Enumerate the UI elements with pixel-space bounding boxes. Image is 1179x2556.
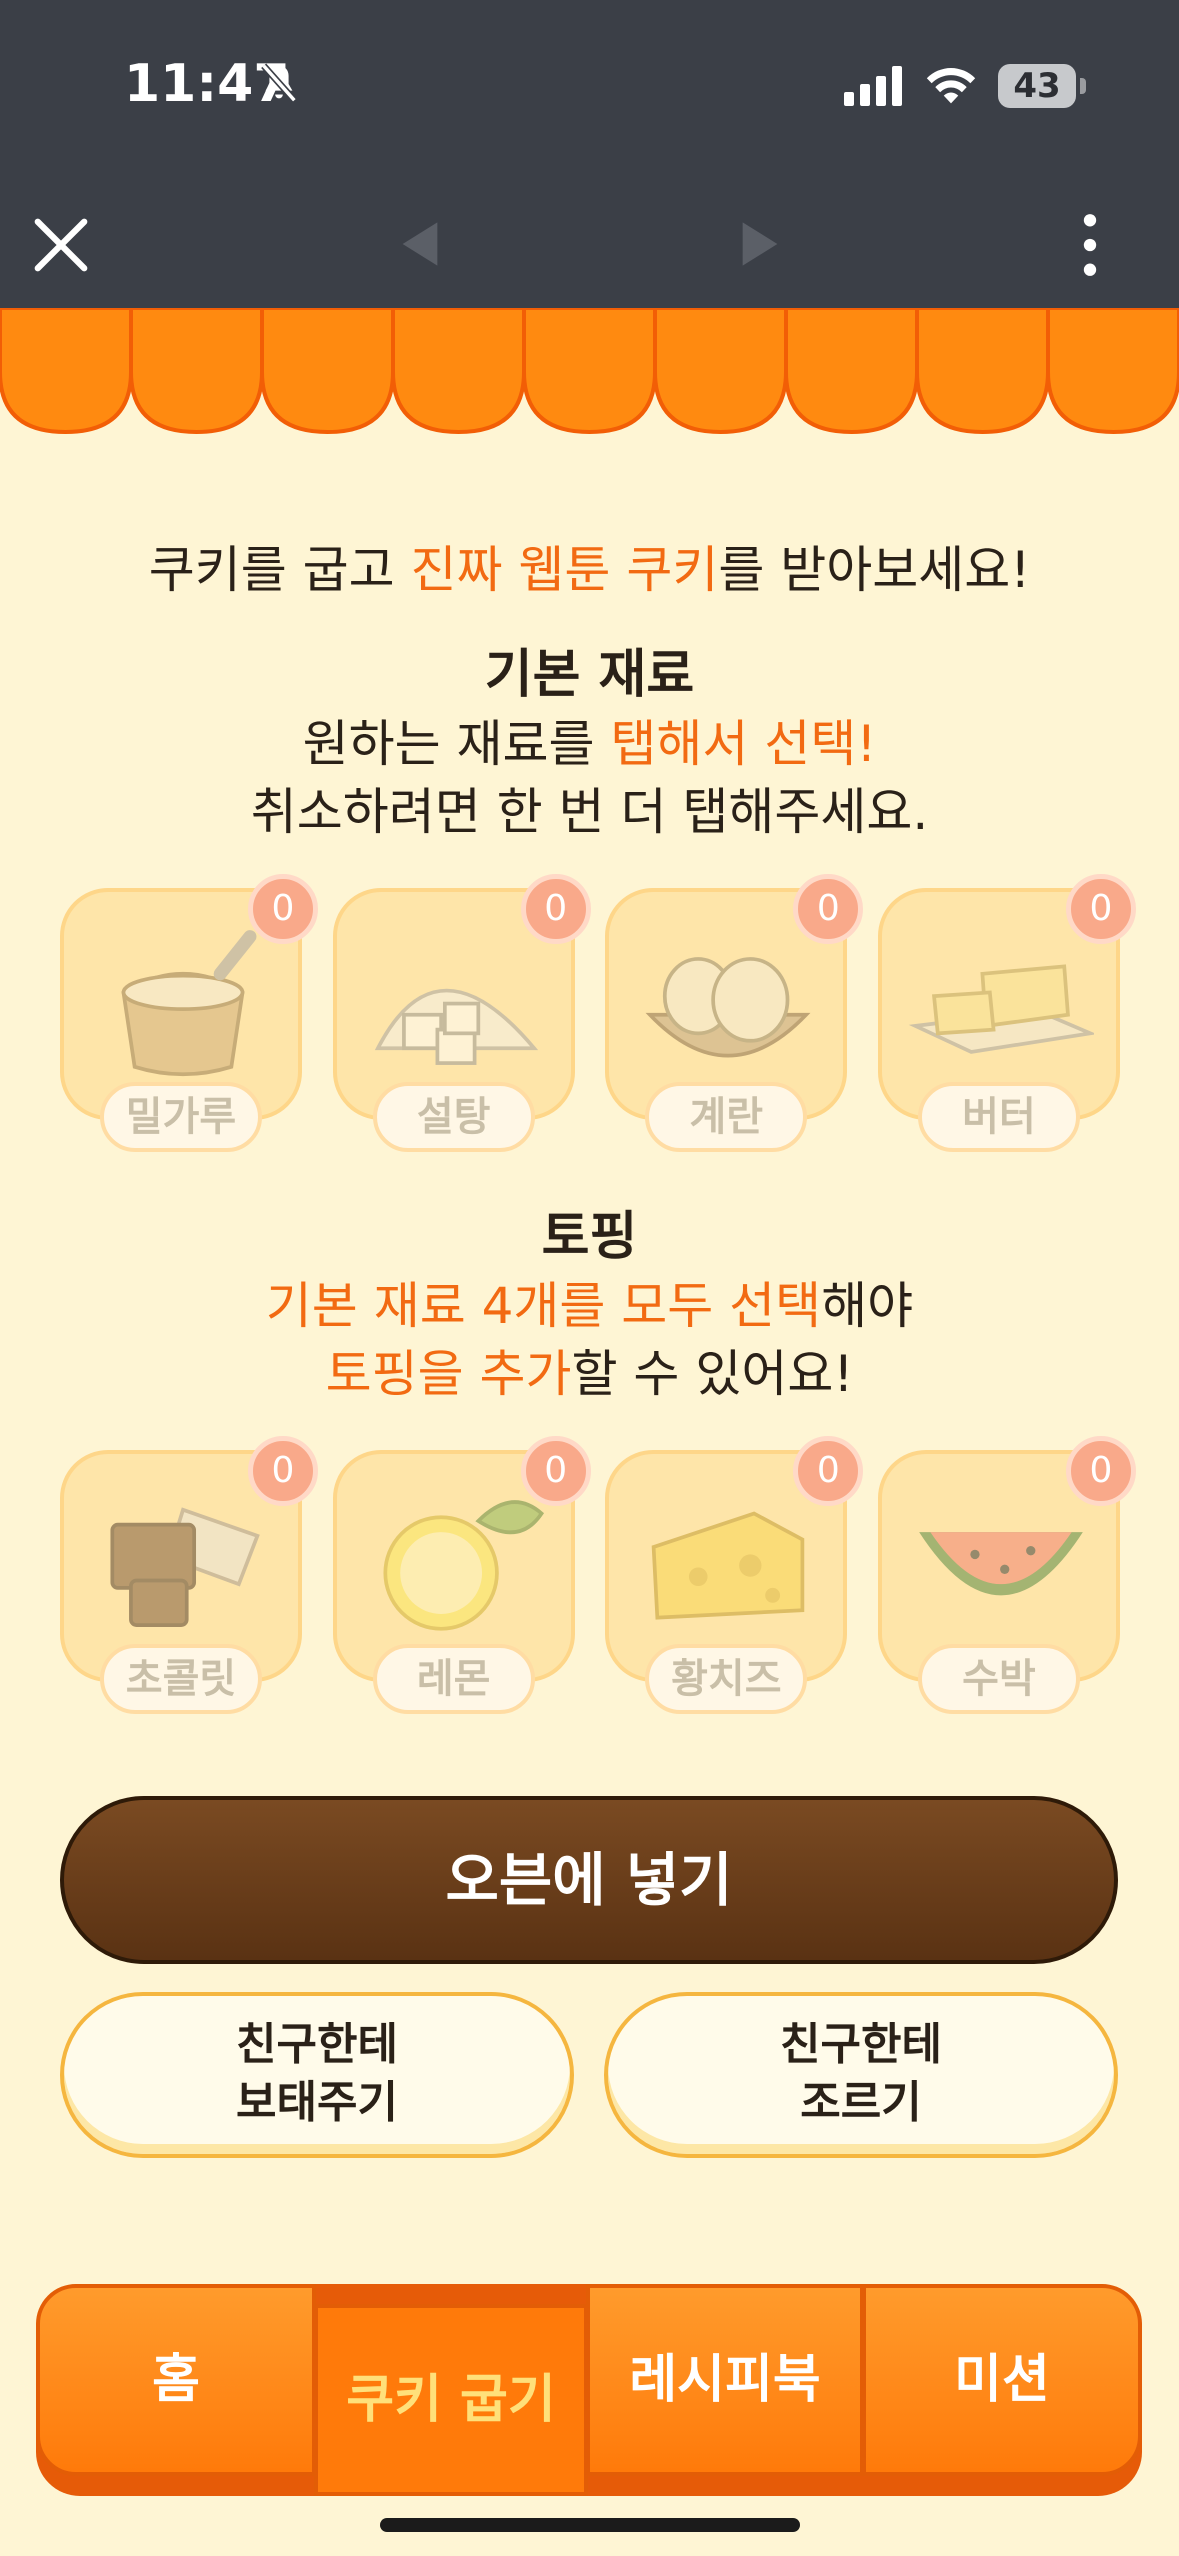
topping-card-chocolate[interactable]: 0 초콜릿 bbox=[60, 1436, 318, 1714]
topping-card-cheese[interactable]: 0 황치즈 bbox=[605, 1436, 864, 1714]
gift-line2: 보태주기 bbox=[236, 2077, 398, 2128]
ask-line1: 친구한테 bbox=[780, 2019, 942, 2070]
tab-bake-cookie[interactable]: 쿠키 굽기 bbox=[314, 2304, 588, 2496]
basic-desc-line2: 취소하려면 한 번 더 탭해주세요. bbox=[250, 783, 929, 841]
more-options-icon[interactable] bbox=[1070, 210, 1110, 280]
battery-indicator: 43 bbox=[998, 64, 1076, 108]
awning-scallop bbox=[260, 308, 395, 435]
lemon-icon bbox=[383, 1500, 544, 1631]
count-badge: 0 bbox=[248, 874, 318, 944]
ingredient-card-egg[interactable]: 0 계란 bbox=[605, 874, 864, 1152]
topping-desc-highlight: 기본 재료 4개를 모두 선택 bbox=[265, 1277, 822, 1335]
tagline: 쿠키를 굽고 진짜 웹툰 쿠키를 받아보세요! bbox=[0, 530, 1179, 602]
butter-icon bbox=[908, 964, 1094, 1054]
gift-friend-button[interactable]: 친구한테 보태주기 bbox=[60, 1992, 574, 2158]
awning-scallop bbox=[784, 308, 919, 435]
basic-desc-highlight: 탭해서 선택! bbox=[610, 715, 877, 773]
bottom-tab-bar: 홈 쿠키 굽기 레시피북 미션 bbox=[36, 2284, 1142, 2496]
tagline-text-end: 를 받아보세요! bbox=[718, 541, 1031, 599]
browser-top-bar: 11:47 43 bbox=[0, 0, 1179, 308]
sugar-icon bbox=[374, 988, 538, 1065]
awning-scallop bbox=[522, 308, 657, 435]
basic-section-title: 기본 재료 bbox=[484, 645, 695, 705]
forward-arrow-icon[interactable] bbox=[738, 218, 782, 270]
topping-grid: 0 초콜릿 0 레몬 0 황치즈 0 수박 bbox=[60, 1436, 1136, 1714]
cheese-icon bbox=[651, 1511, 805, 1620]
count-badge: 0 bbox=[793, 874, 864, 944]
ingredient-card-flour[interactable]: 0 밀가루 bbox=[60, 874, 318, 1152]
home-indicator bbox=[380, 2518, 800, 2532]
chocolate-icon bbox=[110, 1507, 260, 1627]
basic-ingredient-grid: 0 밀가루 0 설탕 0 계란 0 버터 bbox=[60, 874, 1136, 1152]
tab-mission[interactable]: 미션 bbox=[862, 2284, 1142, 2476]
topping-desc-text-2: 할 수 있어요! bbox=[571, 1345, 854, 1403]
ask-line2: 조르기 bbox=[800, 2077, 922, 2128]
topping-label: 레몬 bbox=[372, 1644, 535, 1714]
put-in-oven-button[interactable]: 오븐에 넣기 bbox=[60, 1796, 1118, 1964]
basic-section-desc: 원하는 재료를 탭해서 선택! 취소하려면 한 번 더 탭해주세요. bbox=[0, 710, 1179, 846]
gift-line1: 친구한테 bbox=[236, 2019, 398, 2070]
tab-home[interactable]: 홈 bbox=[36, 2284, 316, 2476]
topping-label: 수박 bbox=[917, 1644, 1080, 1714]
basic-desc-line1: 원하는 재료를 탭해서 선택! bbox=[0, 710, 1179, 778]
ingredient-label: 계란 bbox=[645, 1082, 808, 1152]
awning-decoration bbox=[0, 308, 1179, 435]
count-badge: 0 bbox=[520, 1436, 591, 1506]
back-arrow-icon[interactable] bbox=[398, 218, 442, 270]
battery-nub bbox=[1080, 78, 1086, 94]
ingredient-label: 설탕 bbox=[372, 1082, 535, 1152]
cellular-signal-icon bbox=[844, 66, 902, 106]
tagline-highlight: 진짜 웹툰 쿠키 bbox=[410, 541, 719, 599]
close-icon[interactable] bbox=[30, 214, 92, 276]
ingredient-label: 버터 bbox=[917, 1082, 1080, 1152]
watermelon-icon bbox=[919, 1532, 1083, 1596]
egg-icon bbox=[645, 957, 811, 1058]
awning-scallop bbox=[129, 308, 264, 435]
basic-desc-text: 원하는 재료를 bbox=[302, 715, 611, 773]
awning-scallop bbox=[0, 308, 133, 435]
count-badge: 0 bbox=[520, 874, 591, 944]
ingredient-card-butter[interactable]: 0 버터 bbox=[877, 874, 1136, 1152]
topping-section-desc: 기본 재료 4개를 모두 선택해야 토핑을 추가할 수 있어요! bbox=[0, 1272, 1179, 1408]
topping-desc-highlight-2: 토핑을 추가 bbox=[325, 1345, 572, 1403]
topping-desc-text: 해야 bbox=[821, 1277, 914, 1335]
flour-icon bbox=[121, 930, 257, 1077]
topping-label: 초콜릿 bbox=[100, 1644, 262, 1714]
topping-label: 황치즈 bbox=[645, 1644, 808, 1714]
topping-card-watermelon[interactable]: 0 수박 bbox=[877, 1436, 1136, 1714]
topping-section-title: 토핑 bbox=[541, 1207, 638, 1267]
ingredient-label: 밀가루 bbox=[100, 1082, 262, 1152]
topping-desc-line1: 기본 재료 4개를 모두 선택해야 bbox=[0, 1272, 1179, 1340]
ask-friend-button[interactable]: 친구한테 조르기 bbox=[604, 1992, 1118, 2158]
topping-desc-line2: 토핑을 추가할 수 있어요! bbox=[0, 1340, 1179, 1408]
awning-scallop bbox=[391, 308, 526, 435]
ingredient-card-sugar[interactable]: 0 설탕 bbox=[332, 874, 591, 1152]
awning-scallop bbox=[915, 308, 1050, 435]
awning-scallop bbox=[653, 308, 788, 435]
awning-scallop bbox=[1046, 308, 1179, 435]
count-badge: 0 bbox=[793, 1436, 864, 1506]
tagline-text: 쿠키를 굽고 bbox=[148, 541, 411, 599]
count-badge: 0 bbox=[1065, 874, 1136, 944]
count-badge: 0 bbox=[248, 1436, 318, 1506]
bell-muted-icon bbox=[261, 63, 297, 103]
count-badge: 0 bbox=[1065, 1436, 1136, 1506]
wifi-icon bbox=[926, 68, 976, 104]
tab-recipe-book[interactable]: 레시피북 bbox=[586, 2284, 864, 2476]
topping-card-lemon[interactable]: 0 레몬 bbox=[332, 1436, 591, 1714]
